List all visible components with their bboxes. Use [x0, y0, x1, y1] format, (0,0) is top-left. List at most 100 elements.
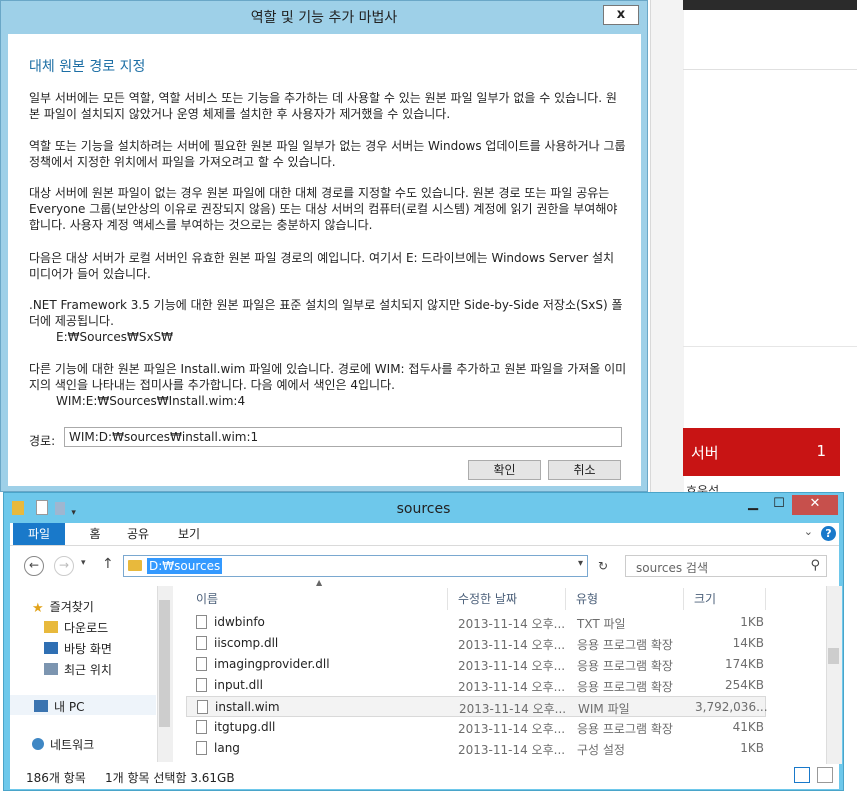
- divider: [683, 346, 857, 347]
- file-type: 응용 프로그램 확장: [577, 680, 673, 694]
- chevron-down-icon[interactable]: ▾: [578, 558, 583, 569]
- close-button[interactable]: ✕: [792, 495, 838, 515]
- tab-home[interactable]: 홈: [80, 523, 110, 545]
- ribbon-tabs: 파일 홈 공유 보기 ⌄ ?: [10, 523, 839, 546]
- file-size: 41KB: [732, 720, 764, 734]
- file-name: iiscomp.dll: [214, 636, 279, 650]
- wizard-close-button[interactable]: x: [603, 5, 639, 25]
- file-type: TXT 파일: [577, 617, 626, 631]
- tab-file[interactable]: 파일: [13, 523, 65, 545]
- file-row[interactable]: imagingprovider.dll 2013-11-14 오후... 응용 …: [186, 654, 766, 675]
- file-type: 구성 설정: [577, 743, 625, 757]
- file-row[interactable]: input.dll 2013-11-14 오후... 응용 프로그램 확장 25…: [186, 675, 766, 696]
- settings-file-icon: [196, 741, 207, 755]
- file-size: 1KB: [740, 615, 764, 629]
- expand-ribbon-icon[interactable]: ⌄: [804, 525, 813, 538]
- column-header-size[interactable]: 크기: [684, 588, 766, 610]
- wim-path-example: WIM:E:₩Sources₩Install.wim:4: [56, 394, 246, 408]
- wizard-paragraph-5: .NET Framework 3.5 기능에 대한 원본 파일은 표준 설치의 …: [29, 298, 623, 328]
- tab-view[interactable]: 보기: [173, 523, 205, 545]
- wim-file-icon: [197, 700, 208, 714]
- file-date: 2013-11-14 오후...: [458, 638, 566, 652]
- file-size: 14KB: [732, 636, 764, 650]
- navigation-scrollbar-thumb[interactable]: [159, 600, 170, 727]
- address-field[interactable]: D:₩sources ▾: [123, 555, 588, 577]
- file-explorer-window: ▾ sources ▁ ☐ ✕ 파일 홈 공유 보기 ⌄ ? ← → ▾ ↑ D…: [3, 492, 844, 791]
- explorer-content: ★ 즐겨찾기 다운로드 바탕 화면 최근 위치 내 PC 네트워크 ▲ 이름 수…: [10, 578, 842, 765]
- file-row[interactable]: itgtupg.dll 2013-11-14 오후... 응용 프로그램 확장 …: [186, 717, 766, 738]
- wizard-title: 역할 및 기능 추가 마법사: [250, 10, 398, 26]
- column-header-type[interactable]: 유형: [566, 588, 684, 610]
- dll-file-icon: [196, 678, 207, 692]
- wizard-paragraph-6: 다른 기능에 대한 원본 파일은 Install.wim 파일에 있습니다. 경…: [29, 362, 627, 392]
- network-icon: [32, 738, 44, 750]
- file-size: 1KB: [740, 741, 764, 755]
- file-date: 2013-11-14 오후...: [459, 702, 567, 716]
- minimize-button[interactable]: ▁: [740, 495, 766, 515]
- divider: [683, 69, 857, 70]
- up-icon[interactable]: ↑: [102, 556, 114, 572]
- nav-item-recent[interactable]: 최근 위치: [44, 661, 112, 678]
- recent-places-icon: [44, 663, 58, 675]
- ok-button[interactable]: 확인: [468, 460, 541, 480]
- column-header-modified[interactable]: 수정한 날짜: [448, 588, 566, 610]
- column-header-name[interactable]: 이름: [186, 588, 448, 610]
- tab-share[interactable]: 공유: [122, 523, 154, 545]
- server-tile-label: 서버: [691, 444, 719, 462]
- nav-item-this-pc[interactable]: 내 PC: [10, 695, 156, 715]
- file-date: 2013-11-14 오후...: [458, 680, 566, 694]
- file-name: itgtupg.dll: [214, 720, 276, 734]
- file-date: 2013-11-14 오후...: [458, 617, 566, 631]
- server-tile[interactable]: 서버 1: [683, 428, 840, 476]
- search-icon[interactable]: ⚲: [810, 558, 820, 573]
- address-bar-row: ← → ▾ ↑ D:₩sources ▾ ↻ sources 검색 ⚲: [10, 546, 839, 582]
- file-name: idwbinfo: [214, 615, 265, 629]
- recent-locations-icon[interactable]: ▾: [81, 558, 86, 568]
- nav-item-favorites[interactable]: ★ 즐겨찾기: [32, 598, 94, 616]
- search-input[interactable]: sources 검색 ⚲: [625, 555, 827, 577]
- help-icon[interactable]: ?: [821, 526, 836, 541]
- nav-item-desktop[interactable]: 바탕 화면: [44, 640, 112, 657]
- folder-icon: [128, 560, 142, 571]
- server-manager-header: [683, 0, 857, 10]
- file-date: 2013-11-14 오후...: [458, 659, 566, 673]
- file-list-scrollbar[interactable]: [826, 586, 842, 764]
- large-icons-view-icon[interactable]: [817, 767, 833, 783]
- navigation-pane: ★ 즐겨찾기 다운로드 바탕 화면 최근 위치 내 PC 네트워크: [10, 582, 176, 765]
- nav-item-downloads[interactable]: 다운로드: [44, 619, 108, 636]
- address-text[interactable]: D:₩sources: [147, 558, 223, 574]
- explorer-title: sources: [396, 501, 451, 517]
- file-type: 응용 프로그램 확장: [577, 722, 673, 736]
- wizard-paragraph-3: 대상 서버에 원본 파일이 없는 경우 원본 파일에 대한 대체 경로를 지정할…: [29, 186, 618, 232]
- wizard-heading: 대체 원본 경로 지정: [29, 59, 146, 75]
- file-row[interactable]: lang 2013-11-14 오후... 구성 설정 1KB: [186, 738, 766, 759]
- details-view-icon[interactable]: [794, 767, 811, 783]
- file-list: ▲ 이름 수정한 날짜 유형 크기 idwbinfo 2013-11-14 오후…: [176, 578, 842, 765]
- file-row[interactable]: iiscomp.dll 2013-11-14 오후... 응용 프로그램 확장 …: [186, 633, 766, 654]
- path-label: 경로:: [29, 434, 56, 448]
- add-roles-wizard-dialog: 역할 및 기능 추가 마법사 x 대체 원본 경로 지정 일부 서버에는 모든 …: [0, 0, 648, 492]
- path-input[interactable]: WIM:D:₩sources₩install.wim:1: [64, 427, 622, 447]
- file-row[interactable]: idwbinfo 2013-11-14 오후... TXT 파일 1KB: [186, 612, 766, 633]
- search-placeholder: sources 검색: [636, 561, 708, 575]
- file-row-selected[interactable]: install.wim 2013-11-14 오후... WIM 파일 3,79…: [186, 696, 768, 717]
- file-type: 응용 프로그램 확장: [577, 638, 673, 652]
- text-file-icon: [196, 615, 207, 629]
- downloads-icon: [44, 621, 58, 633]
- file-list-scrollbar-thumb[interactable]: [828, 648, 839, 664]
- nav-item-network[interactable]: 네트워크: [32, 736, 94, 753]
- file-name: input.dll: [214, 678, 263, 692]
- maximize-button[interactable]: ☐: [766, 495, 792, 515]
- file-name: lang: [214, 741, 240, 755]
- forward-icon[interactable]: →: [54, 556, 74, 576]
- refresh-icon[interactable]: ↻: [592, 555, 614, 577]
- wizard-paragraph-4: 다음은 대상 서버가 로컬 서버인 유효한 원본 파일 경로의 예입니다. 여기…: [29, 251, 615, 281]
- star-icon: ★: [32, 601, 44, 616]
- back-icon[interactable]: ←: [24, 556, 44, 576]
- cancel-button[interactable]: 취소: [548, 460, 621, 480]
- status-bar: 186개 항목 1개 항목 선택함 3.61GB: [10, 765, 839, 789]
- file-size: 3,792,036...: [695, 700, 768, 714]
- server-tile-count: 1: [816, 442, 826, 460]
- file-type: 응용 프로그램 확장: [577, 659, 673, 673]
- selection-info: 1개 항목 선택함 3.61GB: [105, 771, 235, 785]
